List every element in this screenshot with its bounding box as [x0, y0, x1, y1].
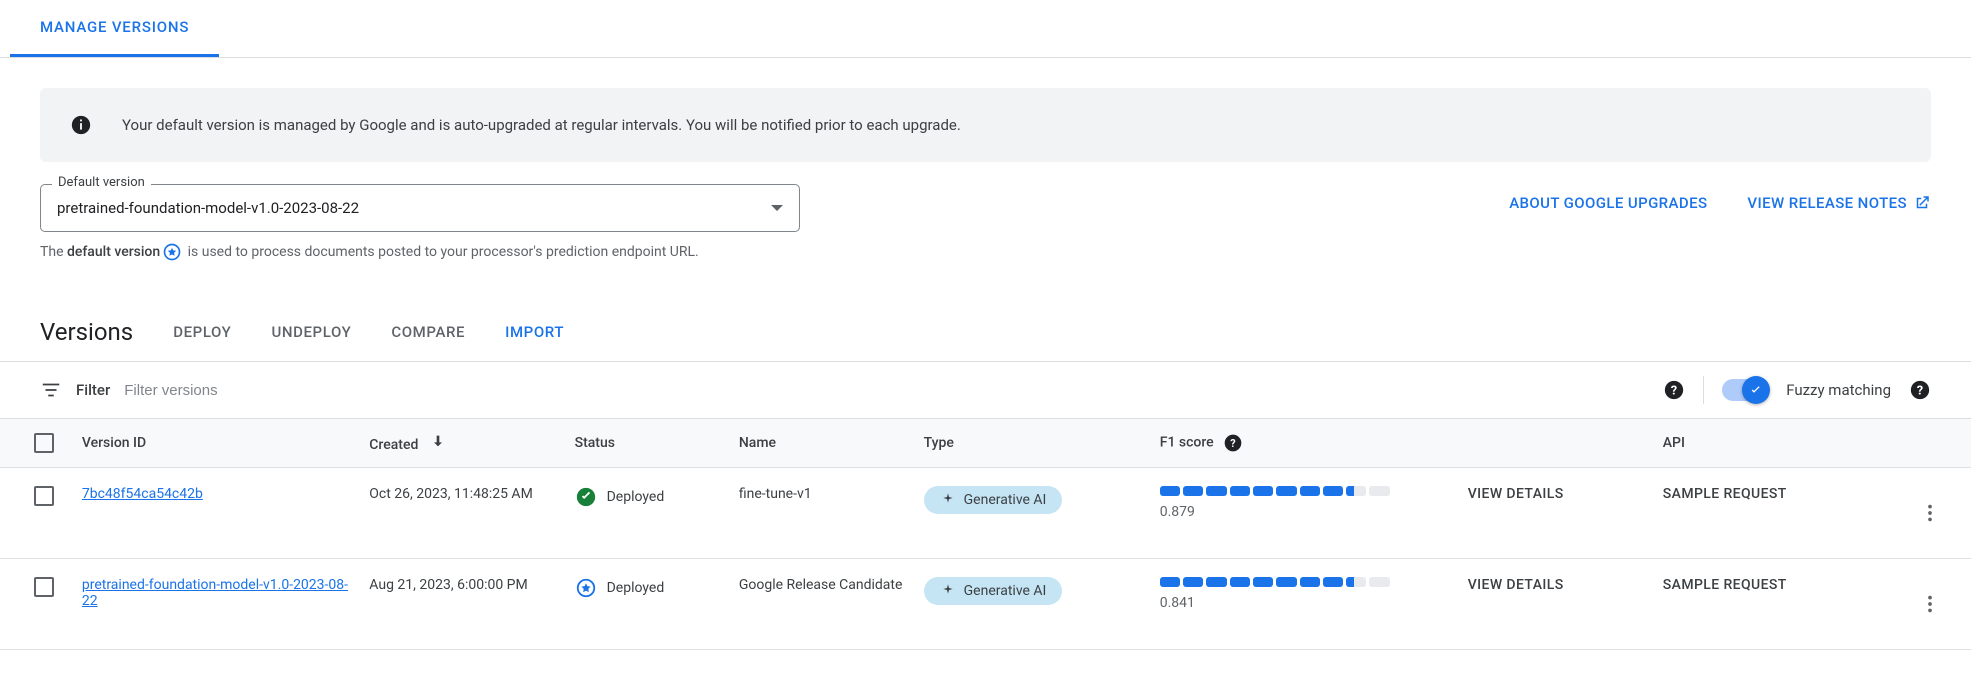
default-version-label: Default version [52, 175, 151, 190]
table-row: pretrained-foundation-model-v1.0-2023-08… [0, 559, 1971, 650]
helper-post: is used to process documents posted to y… [184, 244, 699, 260]
sparkle-icon [940, 492, 956, 508]
check-circle-icon [575, 486, 597, 508]
default-version-helper: The default version is used to process d… [40, 242, 760, 263]
name-cell: fine-tune-v1 [729, 468, 914, 559]
versions-title: Versions [40, 318, 133, 346]
f1-progress: 0.841 [1160, 577, 1390, 611]
filter-input[interactable] [124, 382, 1649, 399]
release-notes-link[interactable]: VIEW RELEASE NOTES [1747, 194, 1931, 212]
check-icon [1748, 382, 1764, 398]
created-cell: Aug 21, 2023, 6:00:00 PM [359, 559, 564, 650]
fuzzy-help-icon[interactable]: ? [1909, 379, 1931, 401]
info-icon [70, 114, 92, 136]
tab-bar: MANAGE VERSIONS [0, 0, 1971, 58]
helper-pre: The [40, 244, 67, 260]
view-details-button[interactable]: VIEW DETAILS [1468, 486, 1564, 502]
header-version-id[interactable]: Version ID [72, 419, 359, 468]
about-upgrades-link[interactable]: ABOUT GOOGLE UPGRADES [1509, 194, 1707, 212]
filter-help-icon[interactable]: ? [1663, 379, 1685, 401]
info-message: Your default version is managed by Googl… [122, 116, 961, 134]
fuzzy-matching-label: Fuzzy matching [1786, 381, 1891, 399]
header-type[interactable]: Type [914, 419, 1150, 468]
default-version-field: Default version pretrained-foundation-mo… [40, 184, 800, 232]
status-text: Deployed [607, 580, 665, 596]
header-created-label: Created [369, 437, 418, 453]
view-details-button[interactable]: VIEW DETAILS [1468, 577, 1564, 593]
filter-bar: Filter ? Fuzzy matching ? [0, 361, 1971, 419]
release-notes-label: VIEW RELEASE NOTES [1747, 194, 1907, 212]
helper-bold: default version [67, 244, 160, 260]
star-icon [162, 242, 182, 262]
filter-icon [40, 379, 62, 401]
svg-text:?: ? [1230, 437, 1235, 450]
row-checkbox[interactable] [34, 486, 54, 506]
f1-score: 0.841 [1160, 595, 1390, 611]
tab-manage-versions[interactable]: MANAGE VERSIONS [10, 0, 219, 57]
star-circle-icon [575, 577, 597, 599]
header-api[interactable]: API [1653, 419, 1910, 468]
type-label: Generative AI [964, 492, 1047, 508]
filter-label: Filter [76, 381, 110, 399]
type-label: Generative AI [964, 583, 1047, 599]
svg-text:?: ? [1671, 384, 1677, 399]
version-id-link[interactable]: 7bc48f54ca54c42b [82, 486, 203, 502]
created-cell: Oct 26, 2023, 11:48:25 AM [359, 468, 564, 559]
fuzzy-matching-toggle[interactable] [1722, 379, 1768, 401]
dropdown-caret-icon [771, 205, 783, 211]
f1-score: 0.879 [1160, 504, 1390, 520]
external-link-icon [1913, 194, 1931, 212]
row-menu-button[interactable] [1919, 573, 1961, 635]
sample-request-button[interactable]: SAMPLE REQUEST [1663, 486, 1787, 502]
f1-help-icon[interactable]: ? [1223, 433, 1243, 453]
header-f1-label: F1 score [1160, 435, 1214, 451]
deploy-button[interactable]: DEPLOY [173, 323, 231, 341]
header-f1[interactable]: F1 score ? [1150, 419, 1458, 468]
svg-text:?: ? [1917, 384, 1923, 399]
divider [1703, 376, 1704, 404]
sparkle-icon [940, 583, 956, 599]
status-text: Deployed [607, 489, 665, 505]
table-row: 7bc48f54ca54c42b Oct 26, 2023, 11:48:25 A… [0, 468, 1971, 559]
compare-button[interactable]: COMPARE [391, 323, 465, 341]
select-all-checkbox[interactable] [34, 433, 54, 453]
default-version-value: pretrained-foundation-model-v1.0-2023-08… [57, 199, 359, 217]
row-checkbox[interactable] [34, 577, 54, 597]
sample-request-button[interactable]: SAMPLE REQUEST [1663, 577, 1787, 593]
info-banner: Your default version is managed by Googl… [40, 88, 1931, 162]
name-cell: Google Release Candidate [729, 559, 914, 650]
version-id-link[interactable]: pretrained-foundation-model-v1.0-2023-08… [82, 577, 348, 609]
header-status[interactable]: Status [565, 419, 729, 468]
default-version-select[interactable]: pretrained-foundation-model-v1.0-2023-08… [40, 184, 800, 232]
undeploy-button[interactable]: UNDEPLOY [271, 323, 351, 341]
import-button[interactable]: IMPORT [505, 323, 564, 341]
sort-descending-icon [430, 437, 446, 453]
type-badge: Generative AI [924, 577, 1063, 605]
f1-progress: 0.879 [1160, 486, 1390, 520]
type-badge: Generative AI [924, 486, 1063, 514]
row-menu-button[interactable] [1919, 482, 1961, 544]
header-created[interactable]: Created [359, 419, 564, 468]
header-name[interactable]: Name [729, 419, 914, 468]
versions-table: Version ID Created Status Name Type F1 s… [0, 419, 1971, 650]
